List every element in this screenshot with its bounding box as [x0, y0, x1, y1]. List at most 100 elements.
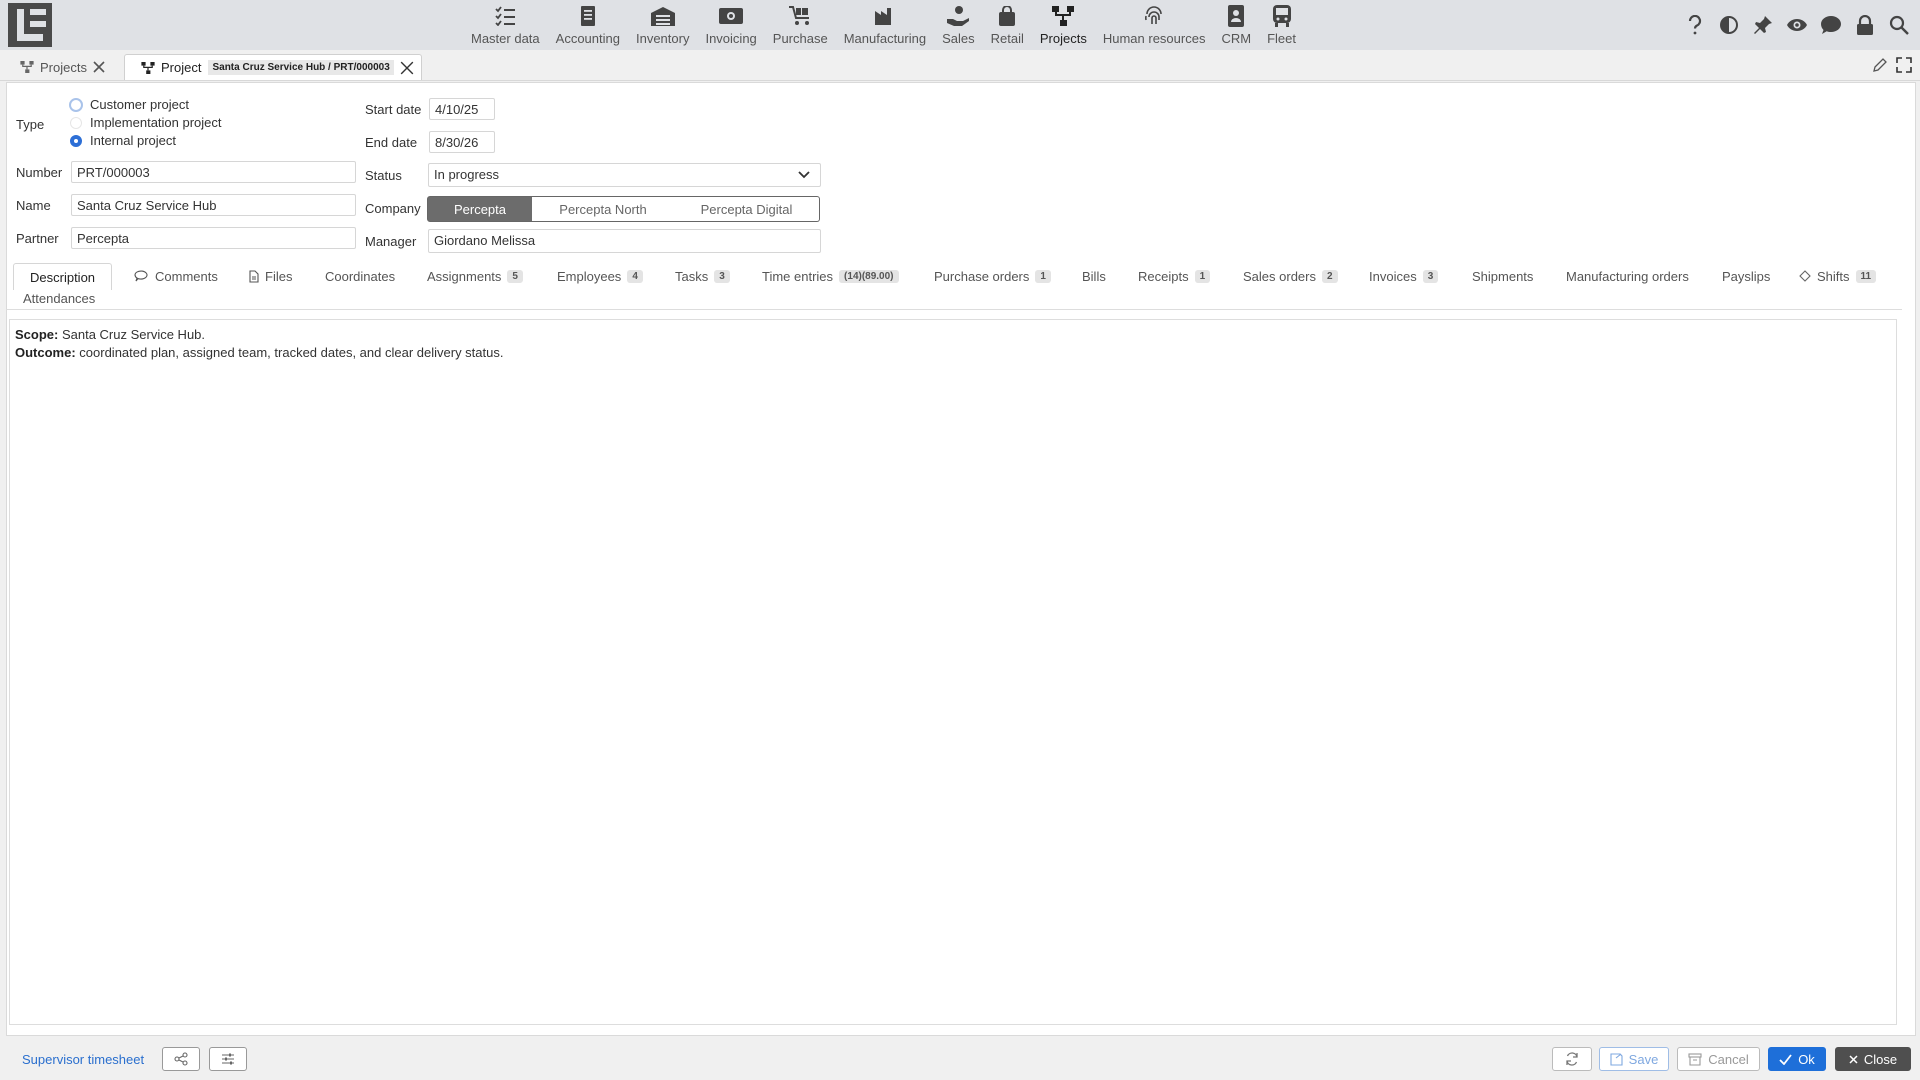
fullscreen-icon[interactable] — [1896, 57, 1912, 73]
app-logo[interactable] — [8, 3, 52, 47]
save-button[interactable]: Save — [1599, 1047, 1669, 1071]
module-human-resources[interactable]: Human resources — [1095, 0, 1214, 50]
tab-label: Employees — [557, 268, 622, 284]
radio-label: Implementation project — [90, 115, 222, 130]
company-option-percepta-digital[interactable]: Percepta Digital — [674, 196, 820, 222]
type-label: Type — [16, 117, 45, 132]
supervisor-timesheet-link[interactable]: Supervisor timesheet — [22, 1052, 144, 1067]
tab-tools — [1872, 57, 1912, 73]
tab-payslips[interactable]: Payslips — [1722, 263, 1770, 289]
name-label: Name — [16, 198, 51, 213]
edit-icon[interactable] — [1872, 57, 1888, 73]
tab-purchase-orders[interactable]: Purchase orders 1 — [934, 263, 1051, 289]
chat-icon[interactable] — [1814, 12, 1848, 38]
module-label: Purchase — [772, 31, 828, 46]
tab-label: Comments — [155, 268, 218, 284]
start-date-field[interactable]: 4/10/25 — [429, 98, 495, 120]
end-date-field[interactable]: 8/30/26 — [429, 131, 495, 153]
sliders-icon — [221, 1052, 235, 1066]
refresh-button[interactable] — [1552, 1047, 1592, 1071]
top-navigation-bar: Master data Accounting Inventory Invoici… — [0, 0, 1920, 50]
module-invoicing[interactable]: Invoicing — [697, 0, 764, 50]
number-field[interactable]: PRT/000003 — [71, 161, 356, 183]
tab-invoices[interactable]: Invoices 3 — [1369, 263, 1439, 289]
tab-receipts[interactable]: Receipts 1 — [1138, 263, 1211, 289]
count-badge: 3 — [1422, 269, 1439, 283]
hand-coin-icon — [946, 4, 970, 28]
tab-shifts[interactable]: Shifts 11 — [1799, 263, 1877, 289]
company-option-percepta[interactable]: Percepta — [427, 196, 533, 222]
pin-icon[interactable] — [1746, 12, 1780, 38]
project-tree-icon — [1052, 4, 1075, 28]
radio-implementation-project[interactable]: Implementation project — [70, 115, 222, 130]
tab-files[interactable]: Files — [249, 263, 292, 289]
toolbar-icons — [1678, 12, 1916, 38]
radio-button[interactable] — [69, 97, 83, 112]
company-option-percepta-north[interactable]: Percepta North — [532, 196, 675, 222]
tab-coordinates[interactable]: Coordinates — [325, 263, 395, 289]
partner-field[interactable]: Percepta — [71, 227, 356, 249]
tab-attendances[interactable]: Attendances — [23, 287, 95, 309]
close-icon[interactable] — [400, 61, 414, 75]
tab-manufacturing-orders[interactable]: Manufacturing orders — [1566, 263, 1689, 289]
factory-icon — [874, 4, 896, 28]
search-icon[interactable] — [1882, 12, 1916, 38]
refresh-icon — [1565, 1052, 1579, 1066]
module-manufacturing[interactable]: Manufacturing — [836, 0, 934, 50]
eye-icon[interactable] — [1780, 12, 1814, 38]
tab-employees[interactable]: Employees 4 — [557, 263, 643, 289]
module-master-data[interactable]: Master data — [463, 0, 548, 50]
close-icon[interactable] — [93, 61, 105, 73]
count-badge: (14)(89.00) — [839, 269, 899, 283]
end-date-label: End date — [365, 135, 418, 150]
tab-label: Shifts — [1817, 268, 1850, 284]
module-label: Retail — [990, 31, 1024, 46]
name-field[interactable]: Santa Cruz Service Hub — [71, 194, 356, 216]
ok-button[interactable]: Ok — [1768, 1047, 1826, 1071]
module-crm[interactable]: CRM — [1213, 0, 1259, 50]
tab-projects[interactable]: Projects — [20, 54, 105, 80]
close-button[interactable]: Close — [1835, 1047, 1911, 1071]
cancel-label: Cancel — [1708, 1051, 1749, 1067]
radio-button[interactable] — [70, 116, 82, 129]
tab-bills[interactable]: Bills — [1082, 263, 1106, 289]
radio-internal-project[interactable]: Internal project — [70, 133, 176, 148]
manager-field[interactable]: Giordano Melissa — [428, 229, 821, 253]
project-tree-icon — [141, 61, 155, 74]
module-projects[interactable]: Projects — [1032, 0, 1095, 50]
status-select[interactable]: In progress — [428, 163, 821, 187]
contrast-icon[interactable] — [1712, 12, 1746, 38]
outcome-text: coordinated plan, assigned team, tracked… — [75, 345, 504, 360]
description-editor[interactable]: Scope: Santa Cruz Service Hub. Outcome: … — [9, 319, 1897, 1025]
tab-label: Tasks — [675, 268, 709, 284]
bus-icon — [1272, 4, 1292, 28]
radio-label: Customer project — [90, 97, 189, 112]
radio-button[interactable] — [70, 134, 82, 147]
settings-button[interactable] — [209, 1047, 247, 1071]
module-inventory[interactable]: Inventory — [628, 0, 697, 50]
cancel-button[interactable]: Cancel — [1677, 1047, 1760, 1071]
module-retail[interactable]: Retail — [983, 0, 1032, 50]
help-icon[interactable] — [1678, 12, 1712, 38]
radio-customer-project[interactable]: Customer project — [69, 97, 189, 112]
tab-assignments[interactable]: Assignments 5 — [427, 263, 523, 289]
tab-sales-orders[interactable]: Sales orders 2 — [1243, 263, 1338, 289]
tab-description[interactable]: Description — [13, 263, 113, 290]
module-label: Master data — [471, 31, 540, 46]
tab-tasks[interactable]: Tasks 3 — [675, 263, 730, 289]
tab-time-entries[interactable]: Time entries (14)(89.00) — [762, 263, 899, 289]
lock-icon[interactable] — [1848, 12, 1882, 38]
tab-label: Files — [265, 268, 293, 284]
tab-comments[interactable]: Comments — [134, 263, 218, 289]
tab-project[interactable]: Project Santa Cruz Service Hub / PRT/000… — [124, 54, 422, 80]
tab-shipments[interactable]: Shipments — [1472, 263, 1533, 289]
module-purchase[interactable]: Purchase — [765, 0, 836, 50]
ledger-icon — [580, 4, 596, 28]
share-button[interactable] — [162, 1047, 200, 1071]
module-sales[interactable]: Sales — [934, 0, 983, 50]
status-label: Status — [365, 168, 402, 183]
tab-label: Assignments — [427, 268, 502, 284]
module-fleet[interactable]: Fleet — [1259, 0, 1304, 50]
module-accounting[interactable]: Accounting — [548, 0, 628, 50]
count-badge: 4 — [627, 269, 643, 283]
